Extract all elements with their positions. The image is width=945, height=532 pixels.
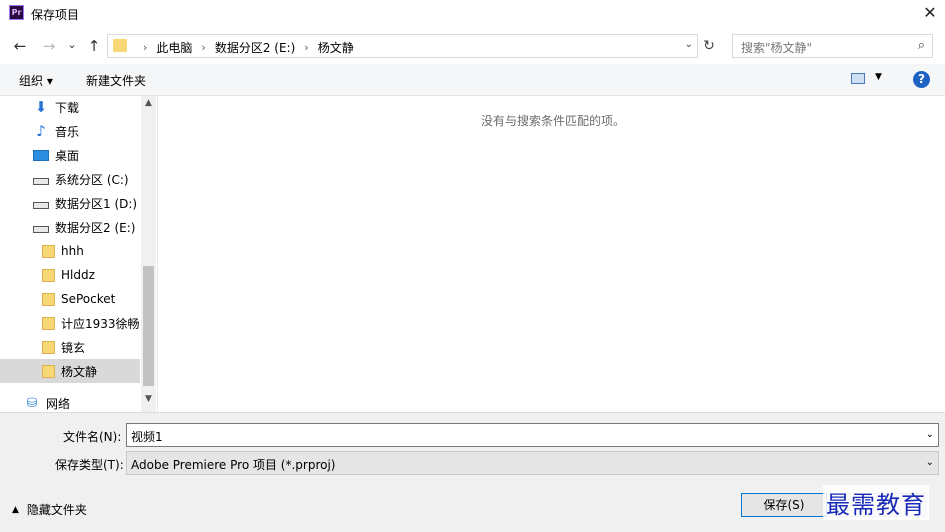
sidebar-item-label: 桌面: [55, 148, 80, 163]
window-title: 保存项目: [31, 8, 80, 22]
breadcrumb-current-folder[interactable]: 杨文静: [318, 39, 354, 56]
hide-folders-button[interactable]: ▲ 隐藏文件夹: [12, 501, 87, 518]
close-button[interactable]: ✕: [915, 0, 945, 28]
address-bar[interactable]: › 此电脑 › 数据分区2 (E:) › 杨文静 ⌄: [107, 34, 698, 58]
filename-value[interactable]: 视频1: [131, 428, 163, 445]
refresh-button[interactable]: ↻: [700, 35, 718, 57]
navigation-pane: ⬇ 下载 ♪ 音乐 桌面 系统分区 (C:) 数据分区1 (D:) 数据分区2 …: [0, 96, 158, 412]
sidebar-item-label: 镜玄: [61, 340, 86, 355]
sidebar-item-drive-d[interactable]: 数据分区1 (D:): [33, 191, 157, 215]
hide-folders-label: 隐藏文件夹: [26, 503, 87, 517]
sidebar-item-label: 音乐: [55, 124, 80, 139]
search-placeholder: 搜索"杨文静": [741, 41, 813, 55]
view-options-icon[interactable]: [851, 73, 865, 84]
breadcrumb-separator[interactable]: ›: [304, 41, 308, 54]
filename-field[interactable]: 视频1 ⌄: [126, 423, 939, 447]
sidebar-item-label: 下载: [55, 100, 80, 115]
desktop-icon: [33, 149, 49, 161]
chevron-up-icon: ▲: [12, 504, 19, 515]
folder-icon: [113, 39, 127, 52]
navigation-bar: ← → ⌄ ↑ › 此电脑 › 数据分区2 (E:) › 杨文静 ⌄ ↻ 搜索"…: [0, 28, 945, 64]
title-bar: Pr 保存项目 ✕: [0, 0, 945, 28]
breadcrumb: › 此电脑 › 数据分区2 (E:) › 杨文静: [134, 39, 354, 56]
filename-label: 文件名(N):: [63, 430, 122, 444]
back-button[interactable]: ←: [11, 37, 29, 55]
drive-icon: [33, 202, 49, 209]
save-button[interactable]: 保存(S): [741, 493, 827, 517]
sidebar-item-network[interactable]: ⛁ 网络: [24, 391, 157, 412]
sidebar-item-label: SePocket: [61, 292, 116, 306]
sidebar-item-music[interactable]: ♪ 音乐: [33, 119, 157, 143]
sidebar-item-label: hhh: [61, 244, 84, 258]
recent-locations-button[interactable]: ⌄: [63, 38, 81, 51]
toolbar: 组织 ▾ 新建文件夹 ▼ ?: [0, 64, 945, 96]
folder-icon: [42, 292, 55, 306]
file-list-area[interactable]: 没有与搜索条件匹配的项。: [158, 96, 945, 412]
sidebar-item-desktop[interactable]: 桌面: [33, 143, 157, 167]
premiere-app-icon: Pr: [9, 5, 24, 20]
folder-icon: [42, 268, 55, 282]
search-icon: ⌕: [917, 38, 925, 53]
chevron-down-icon[interactable]: ⌄: [926, 457, 934, 468]
drive-icon: [33, 178, 49, 185]
new-folder-button[interactable]: 新建文件夹: [86, 72, 146, 89]
filetype-value: Adobe Premiere Pro 项目 (*.prproj): [131, 458, 336, 472]
sidebar-scrollbar[interactable]: ▲ ▼: [141, 96, 156, 412]
sidebar-item-yangwenjing[interactable]: 杨文静: [0, 359, 140, 383]
sidebar-item-drive-c[interactable]: 系统分区 (C:): [33, 167, 157, 191]
breadcrumb-separator[interactable]: ›: [201, 41, 205, 54]
sidebar-item-label: 数据分区1 (D:): [55, 196, 138, 211]
view-dropdown-button[interactable]: ▼: [875, 72, 882, 82]
folder-icon: [42, 244, 55, 258]
network-icon: ⛁: [26, 396, 38, 411]
download-icon: ⬇: [34, 98, 48, 116]
filetype-label: 保存类型(T):: [55, 458, 124, 472]
folder-icon: [42, 340, 55, 354]
chevron-down-icon[interactable]: ⌄: [926, 429, 934, 440]
scroll-down-button[interactable]: ▼: [141, 394, 156, 404]
folder-icon: [42, 364, 55, 378]
up-button[interactable]: ↑: [85, 37, 103, 55]
folder-icon: [42, 316, 55, 330]
search-input[interactable]: 搜索"杨文静" ⌕: [732, 34, 933, 58]
breadcrumb-this-pc[interactable]: 此电脑: [156, 39, 192, 56]
sidebar-item-label: 系统分区 (C:): [55, 172, 129, 187]
breadcrumb-separator: ›: [143, 41, 148, 54]
help-icon[interactable]: ?: [913, 71, 930, 88]
drive-icon: [33, 226, 49, 233]
music-icon: ♪: [36, 122, 46, 140]
save-form: 文件名(N): 视频1 ⌄ 保存类型(T): Adobe Premiere Pr…: [0, 412, 945, 532]
watermark-text: 最需教育: [823, 485, 929, 520]
sidebar-item-jiying[interactable]: 计应1933徐畅: [42, 311, 142, 335]
sidebar-item-label: 数据分区2 (E:): [55, 220, 136, 235]
sidebar-item-drive-e[interactable]: 数据分区2 (E:): [33, 215, 157, 239]
sidebar-item-label: Hlddz: [61, 268, 95, 282]
chevron-down-icon[interactable]: ⌄: [685, 39, 693, 50]
sidebar-item-downloads[interactable]: ⬇ 下载: [33, 96, 157, 119]
sidebar-item-label: 计应1933徐畅: [61, 316, 140, 331]
empty-results-message: 没有与搜索条件匹配的项。: [481, 114, 626, 128]
breadcrumb-drive-e[interactable]: 数据分区2 (E:): [215, 39, 295, 56]
filetype-select[interactable]: Adobe Premiere Pro 项目 (*.prproj) ⌄: [126, 451, 939, 475]
sidebar-item-label: 网络: [46, 396, 71, 411]
scrollbar-thumb[interactable]: [143, 266, 154, 386]
forward-button[interactable]: →: [40, 37, 58, 55]
organize-button[interactable]: 组织 ▾: [19, 72, 53, 89]
sidebar-item-label: 杨文静: [61, 364, 98, 379]
scroll-up-button[interactable]: ▲: [141, 98, 156, 108]
